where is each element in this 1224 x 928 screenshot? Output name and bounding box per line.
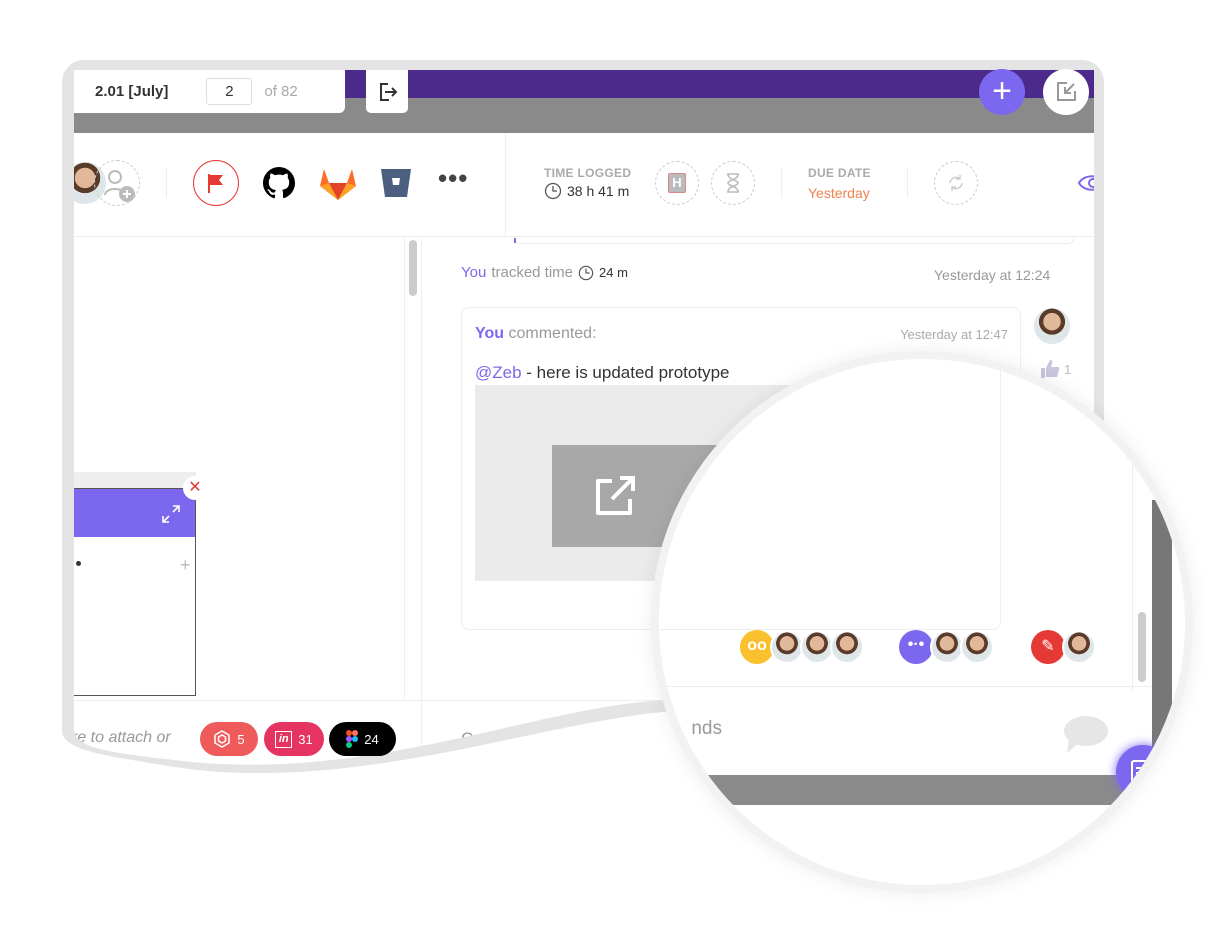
recurring-button[interactable] xyxy=(934,161,978,205)
more-icon[interactable]: ••• xyxy=(438,163,468,194)
badge-count: 24 xyxy=(364,731,379,747)
comment-author[interactable]: You xyxy=(475,325,504,342)
activity-scrollbar[interactable] xyxy=(1138,612,1146,682)
tracked-time-entry: You tracked time 24 m xyxy=(461,264,628,281)
page-input[interactable]: 2 xyxy=(206,78,252,105)
hourglass-icon xyxy=(725,173,741,193)
clock-icon xyxy=(544,182,562,200)
notes-button[interactable] xyxy=(1116,745,1170,799)
figma-icon xyxy=(346,730,359,748)
due-date-value[interactable]: Yesterday xyxy=(808,185,870,201)
tracked-timestamp: Yesterday at 12:24 xyxy=(934,267,1051,283)
time-logged[interactable]: 38 h 41 m xyxy=(544,182,629,200)
badge-count: 5 xyxy=(237,731,245,747)
add-user-icon xyxy=(95,161,139,205)
expand-icon[interactable] xyxy=(160,503,182,525)
left-scrollbar[interactable] xyxy=(409,240,417,296)
avatar[interactable] xyxy=(960,630,994,664)
invision-badge[interactable]: in 31 xyxy=(264,722,324,756)
time-logged-label: TIME LOGGED xyxy=(544,166,632,180)
badge-count: 31 xyxy=(298,731,313,747)
minimize-icon xyxy=(1057,82,1076,101)
page-total: of 82 xyxy=(264,83,298,100)
external-link-icon[interactable] xyxy=(594,473,638,517)
close-icon[interactable]: ✕ xyxy=(183,476,207,500)
mention[interactable]: @Zeb xyxy=(475,363,522,382)
reaction-eyes-icon[interactable]: oo xyxy=(740,630,774,664)
add-button[interactable]: + xyxy=(979,69,1025,115)
time-estimate-button[interactable] xyxy=(711,161,755,205)
avatar[interactable] xyxy=(830,630,864,664)
minimize-button[interactable] xyxy=(1043,69,1089,115)
commenter-avatar[interactable] xyxy=(1032,306,1072,346)
bullet xyxy=(76,561,81,566)
clock-icon xyxy=(578,265,594,281)
avatar[interactable] xyxy=(770,630,804,664)
priority-flag-button[interactable] xyxy=(193,160,239,206)
comment-action: commented: xyxy=(508,325,597,342)
plus-icon: + xyxy=(992,72,1012,110)
repeat-icon xyxy=(946,173,966,193)
abstract-badge[interactable]: 5 xyxy=(200,722,258,756)
task-header: ••• TIME LOGGED 38 h 41 m H DUE DATE Yes… xyxy=(74,133,1094,237)
task-title: 2.01 [July] xyxy=(95,83,169,100)
tracked-duration: 24 m xyxy=(599,265,628,280)
bitbucket-icon[interactable] xyxy=(380,168,412,198)
reaction-editing-icon[interactable]: ✎ xyxy=(1031,630,1065,664)
gitlab-icon[interactable] xyxy=(320,167,356,201)
time-logged-value: 38 h 41 m xyxy=(567,183,630,199)
plus-icon[interactable]: + xyxy=(180,555,191,576)
figma-badge[interactable]: 24 xyxy=(329,722,396,756)
invision-icon: in xyxy=(275,730,293,748)
export-button[interactable] xyxy=(366,70,408,113)
avatar[interactable] xyxy=(930,630,964,664)
avatar[interactable] xyxy=(800,630,834,664)
watch-eye-icon[interactable] xyxy=(1078,171,1094,195)
due-date-label: DUE DATE xyxy=(808,166,871,180)
hours-icon: H xyxy=(668,173,686,193)
flag-icon xyxy=(206,172,226,194)
attach-hint[interactable]: re to attach or xyxy=(74,729,171,747)
reaction-typing-icon[interactable]: •·• xyxy=(899,630,933,664)
notepad-icon xyxy=(1131,760,1153,784)
comment-timestamp: Yesterday at 12:47 xyxy=(900,327,1008,342)
activity-action: tracked time xyxy=(491,264,574,281)
mini-popup: + xyxy=(74,488,196,696)
activity-user[interactable]: You xyxy=(461,264,486,281)
github-icon[interactable] xyxy=(263,167,295,199)
add-assignee-button[interactable] xyxy=(94,160,140,206)
task-tab[interactable]: 2.01 [July] 2 of 82 xyxy=(74,70,345,113)
comment-input-magnified[interactable]: nds xyxy=(660,718,722,740)
chat-bubble-icon[interactable] xyxy=(1063,715,1109,755)
export-icon xyxy=(375,80,399,104)
avatar[interactable] xyxy=(1062,630,1096,664)
magnifier-lens: oo •·• ✎ nds xyxy=(659,359,1185,885)
abstract-icon xyxy=(214,730,231,748)
hours-button[interactable]: H xyxy=(655,161,699,205)
